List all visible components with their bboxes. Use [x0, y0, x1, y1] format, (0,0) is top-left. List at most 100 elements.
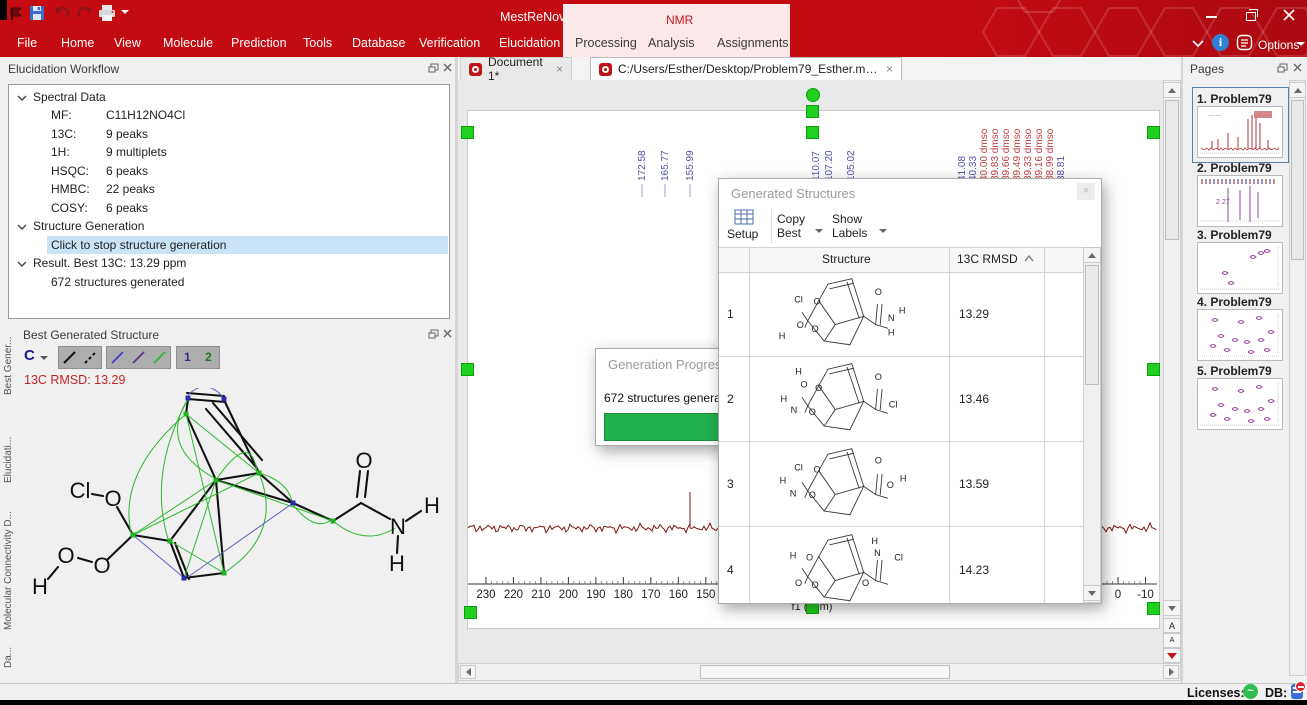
tree-result[interactable]: Result. Best 13C: 13.29 ppm: [33, 256, 186, 270]
purple-bond-button[interactable]: [128, 347, 149, 368]
setup-icon[interactable]: [734, 209, 754, 225]
float-panel-icon[interactable]: [428, 329, 439, 339]
selection-handle[interactable]: [461, 126, 474, 139]
tab-close-icon[interactable]: ×: [556, 62, 563, 76]
page-caption[interactable]: 1. Problem79: [1197, 92, 1293, 106]
tab-prediction[interactable]: Prediction: [231, 36, 287, 50]
selection-handle[interactable]: [1147, 126, 1160, 139]
blue-bond-button[interactable]: [107, 347, 128, 368]
structure-thumbnail[interactable]: ClOHNOOOH: [764, 445, 934, 523]
show-labels-caret-icon[interactable]: [879, 229, 887, 237]
copy-best-caret-icon[interactable]: [815, 229, 823, 237]
ring-1-button[interactable]: 1: [177, 347, 198, 368]
save-icon[interactable]: [29, 5, 45, 21]
page-thumbnail[interactable]: [1197, 309, 1283, 361]
tab-analysis[interactable]: Analysis: [648, 36, 695, 50]
page-thumbnail[interactable]: ╌╌ ╌╌: [1197, 106, 1283, 158]
page-nav-button[interactable]: [1163, 648, 1181, 663]
doc-vscroll-thumb[interactable]: [1165, 100, 1179, 240]
setup-button[interactable]: Setup: [727, 227, 758, 241]
page-caption[interactable]: 5. Problem79: [1197, 364, 1293, 378]
generated-structures-dialog[interactable]: Generated Structures × Setup Copy Best S…: [718, 178, 1102, 604]
dashed-bond-button[interactable]: [80, 347, 101, 368]
document-tab-1[interactable]: Document 1* ×: [460, 57, 572, 80]
selection-handle[interactable]: [461, 363, 474, 376]
doc-hscroll-thumb[interactable]: [700, 665, 950, 679]
tab-verification[interactable]: Verification: [419, 36, 480, 50]
zoom-out-page-button[interactable]: A: [1163, 633, 1181, 648]
tab-file[interactable]: File: [17, 36, 37, 50]
close-button[interactable]: [1274, 4, 1304, 24]
page-caption[interactable]: 4. Problem79: [1197, 295, 1293, 309]
chevron-down-icon[interactable]: [17, 223, 27, 231]
zoom-in-page-button[interactable]: A: [1163, 618, 1181, 633]
stop-generation-label[interactable]: Click to stop structure generation: [51, 238, 226, 252]
db-status-icon[interactable]: [1291, 684, 1303, 699]
float-panel-icon[interactable]: [428, 63, 439, 73]
side-tab-molecular-connectivity[interactable]: Molecular Connectivity D...: [3, 511, 14, 630]
float-panel-icon[interactable]: [1277, 63, 1288, 73]
license-status-icon[interactable]: ~: [1243, 684, 1258, 699]
restore-button[interactable]: [1236, 4, 1266, 24]
scroll-up-button[interactable]: [1083, 247, 1101, 263]
pages-vscroll-thumb[interactable]: [1291, 100, 1304, 260]
page-caption[interactable]: 3. Problem79: [1197, 228, 1293, 242]
side-tab-best-generated[interactable]: Best Gener...: [3, 337, 14, 395]
undo-icon[interactable]: [54, 6, 70, 20]
tab-close-icon[interactable]: ×: [886, 62, 893, 76]
column-rmsd[interactable]: 13C RMSD: [957, 252, 1018, 266]
scroll-up-button[interactable]: [1163, 82, 1181, 98]
scroll-left-button[interactable]: [460, 665, 476, 679]
quick-access-more-icon[interactable]: [121, 10, 129, 18]
scroll-down-button[interactable]: [1163, 600, 1181, 616]
tab-assignments[interactable]: Assignments: [717, 36, 789, 50]
document-tab-label[interactable]: C:/Users/Esther/Desktop/Problem79_Esther…: [618, 62, 880, 76]
single-bond-button[interactable]: [59, 347, 80, 368]
ribbon-collapse-icon[interactable]: [1192, 40, 1204, 48]
scroll-down-button[interactable]: [1083, 585, 1101, 601]
tab-molecule[interactable]: Molecule: [163, 36, 213, 50]
atom-type-button[interactable]: C: [24, 347, 35, 364]
close-panel-icon[interactable]: [443, 63, 452, 72]
selection-handle[interactable]: [1147, 363, 1160, 376]
tab-tools[interactable]: Tools: [303, 36, 332, 50]
structure-thumbnail[interactable]: HOOHNOOCl: [764, 360, 934, 438]
options-caret-icon[interactable]: [1297, 42, 1305, 50]
tab-processing[interactable]: Processing: [575, 36, 637, 50]
tab-elucidation[interactable]: Elucidation: [499, 36, 560, 50]
scroll-up-button[interactable]: [1289, 82, 1306, 98]
structure-thumbnail[interactable]: HOOOHNClO: [764, 531, 934, 604]
page-thumbnail[interactable]: 2 27: [1197, 175, 1283, 227]
close-panel-icon[interactable]: [443, 329, 452, 338]
side-tab-data[interactable]: Da...: [3, 647, 14, 668]
chevron-down-icon[interactable]: [17, 94, 27, 102]
page-caption[interactable]: 2. Problem79: [1197, 161, 1293, 175]
document-tab-2[interactable]: C:/Users/Esther/Desktop/Problem79_Esther…: [590, 57, 902, 80]
rotation-handle[interactable]: [806, 88, 820, 102]
page-thumbnail[interactable]: [1197, 378, 1283, 430]
tab-home[interactable]: Home: [61, 36, 94, 50]
ring-2-button[interactable]: 2: [198, 347, 219, 368]
document-options-icon[interactable]: [1236, 34, 1253, 51]
dialog-close-button[interactable]: ×: [1077, 183, 1095, 200]
green-bond-button[interactable]: [149, 347, 170, 368]
copy-best-button[interactable]: Copy Best: [777, 212, 813, 240]
close-panel-icon[interactable]: [1293, 63, 1302, 72]
tree-spectral-data[interactable]: Spectral Data: [33, 90, 106, 104]
minimize-button[interactable]: [1196, 4, 1226, 24]
options-label[interactable]: Options: [1258, 38, 1299, 52]
column-structure[interactable]: Structure: [822, 252, 871, 266]
chevron-down-icon[interactable]: [17, 260, 27, 268]
bookmark-icon[interactable]: [10, 7, 22, 20]
page-thumbnail[interactable]: [1197, 242, 1283, 294]
table-vscroll-thumb[interactable]: [1085, 265, 1099, 385]
tab-database[interactable]: Database: [352, 36, 406, 50]
best-structure-canvas[interactable]: ClOOOHONHH: [15, 388, 457, 684]
atom-type-caret-icon[interactable]: [40, 356, 48, 364]
tab-view[interactable]: View: [114, 36, 141, 50]
selection-handle[interactable]: [806, 105, 819, 118]
redo-icon[interactable]: [77, 6, 93, 20]
selection-handle[interactable]: [464, 606, 477, 619]
side-tab-elucidation[interactable]: Elucidati...: [3, 437, 14, 483]
document-tab-label[interactable]: Document 1*: [488, 55, 550, 83]
